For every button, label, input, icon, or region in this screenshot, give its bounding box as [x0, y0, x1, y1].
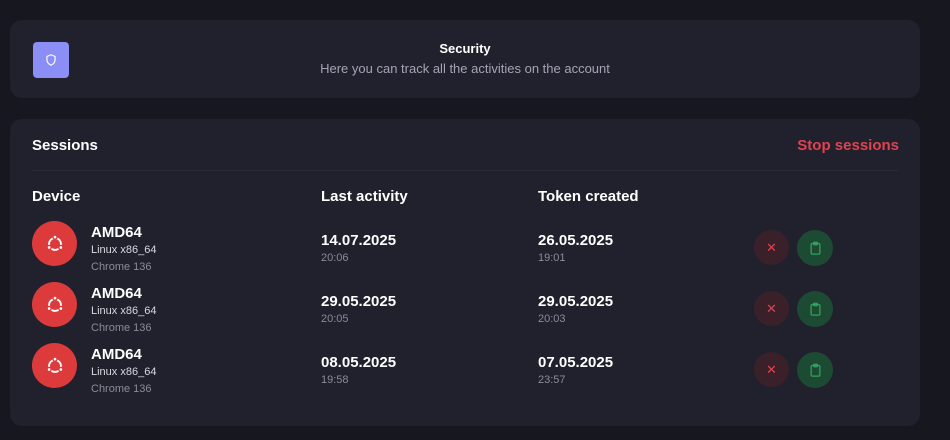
token-created-time: 19:01	[538, 252, 566, 264]
last-activity-date: 14.07.2025	[321, 232, 397, 249]
token-created-date: 26.05.2025	[538, 232, 614, 249]
sessions-title: Sessions	[32, 137, 98, 154]
page-title: Security	[439, 41, 491, 56]
device-name: AMD64	[91, 346, 142, 363]
stop-sessions-button[interactable]: Stop sessions	[797, 137, 899, 154]
last-activity-time: 19:58	[321, 374, 349, 386]
sessions-card: Sessions Stop sessions Device Last activ…	[10, 119, 920, 426]
column-header-device: Device	[32, 188, 81, 205]
session-row: AMD64 Linux x86_64 Chrome 136 08.05.2025…	[10, 341, 920, 397]
device-os: Linux x86_64	[91, 366, 157, 378]
clipboard-icon	[810, 241, 820, 255]
close-icon: ✕	[766, 239, 777, 255]
revoke-session-button[interactable]: ✕	[754, 352, 789, 387]
ubuntu-icon	[32, 343, 77, 388]
device-name: AMD64	[91, 224, 142, 241]
copy-token-button[interactable]	[797, 230, 833, 266]
device-browser: Chrome 136	[91, 383, 152, 395]
token-created-date: 29.05.2025	[538, 293, 614, 310]
session-row: AMD64 Linux x86_64 Chrome 136 14.07.2025…	[10, 219, 920, 275]
ubuntu-icon	[32, 221, 77, 266]
ubuntu-icon	[32, 282, 77, 327]
security-header-card: Security Here you can track all the acti…	[10, 20, 920, 98]
token-created-date: 07.05.2025	[538, 354, 614, 371]
close-icon: ✕	[766, 300, 777, 316]
clipboard-icon	[810, 363, 820, 377]
device-name: AMD64	[91, 285, 142, 302]
session-row: AMD64 Linux x86_64 Chrome 136 29.05.2025…	[10, 280, 920, 336]
divider	[32, 170, 898, 171]
last-activity-date: 29.05.2025	[321, 293, 397, 310]
device-os: Linux x86_64	[91, 305, 157, 317]
copy-token-button[interactable]	[797, 352, 833, 388]
last-activity-time: 20:05	[321, 313, 349, 325]
device-browser: Chrome 136	[91, 261, 152, 273]
page-subtitle: Here you can track all the activities on…	[320, 61, 610, 76]
copy-token-button[interactable]	[797, 291, 833, 327]
revoke-session-button[interactable]: ✕	[754, 291, 789, 326]
column-header-token-created: Token created	[538, 188, 639, 205]
column-header-last-activity: Last activity	[321, 188, 408, 205]
last-activity-time: 20:06	[321, 252, 349, 264]
clipboard-icon	[810, 302, 820, 316]
revoke-session-button[interactable]: ✕	[754, 230, 789, 265]
last-activity-date: 08.05.2025	[321, 354, 397, 371]
device-os: Linux x86_64	[91, 244, 157, 256]
token-created-time: 20:03	[538, 313, 566, 325]
device-browser: Chrome 136	[91, 322, 152, 334]
token-created-time: 23:57	[538, 374, 566, 386]
close-icon: ✕	[766, 361, 777, 377]
